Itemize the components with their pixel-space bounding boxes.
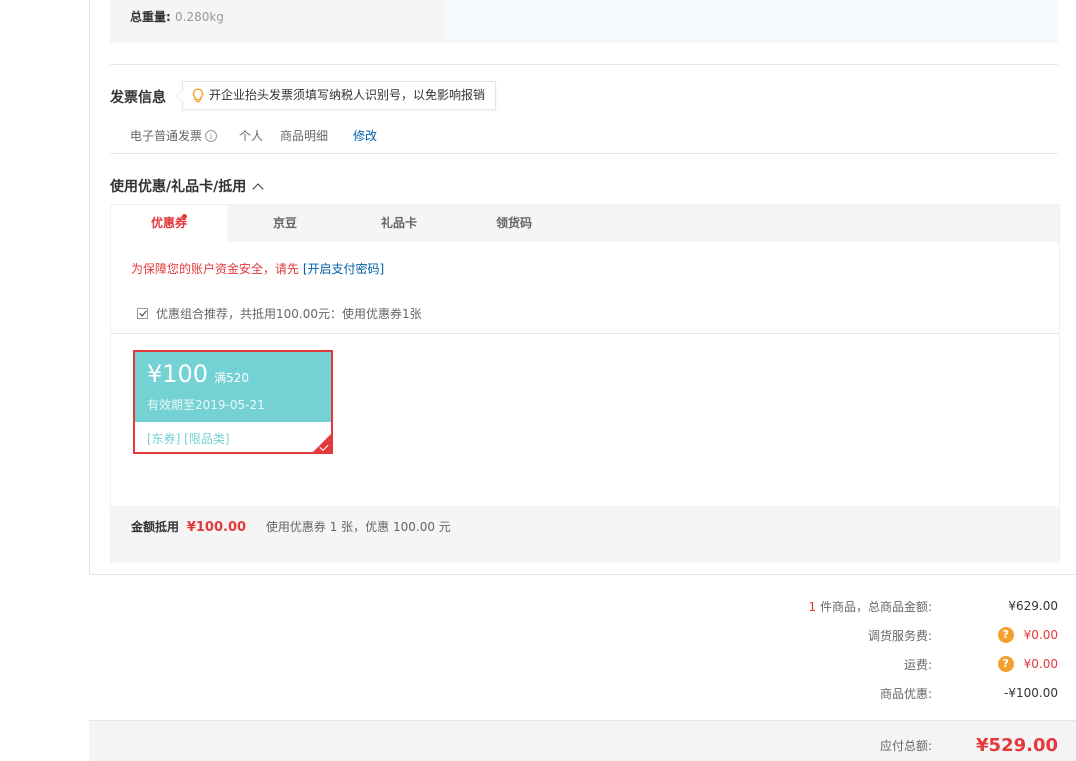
total-weight: 总重量: 0.280kg (130, 8, 224, 25)
coupon-tags: [东券] [限品类] (147, 432, 230, 446)
divider (89, 574, 1076, 575)
total-amount: ¥529.00 (976, 735, 1058, 756)
total-label: 应付总额: (879, 739, 932, 753)
coupon-condition: 满520 (214, 371, 249, 385)
weight-block-right-pane (442, 0, 1058, 43)
coupon-amount: ¥100 (147, 360, 209, 388)
invoice-tip-text: 开企业抬头发票须填写纳税人识别号，以免影响报销 (209, 88, 486, 102)
total-row: 应付总额: ¥529.00 (732, 735, 1058, 756)
summary-items-row: 1 件商品，总商品金额: ¥629.00 (732, 596, 1059, 616)
chevron-up-icon (252, 182, 264, 195)
summary-service-row: 调货服务费: ? ¥0.00 (732, 625, 1058, 645)
coupon-section-toggle[interactable]: 使用优惠/礼品卡/抵用 (110, 176, 264, 196)
info-icon[interactable]: i (205, 129, 218, 142)
divider (111, 333, 1059, 334)
tab-jingdou-label: 京豆 (272, 216, 297, 230)
deduction-label: 金额抵用 (131, 520, 180, 534)
tab-coupons[interactable]: 优惠券 (111, 205, 227, 242)
service-value-cell: ? ¥0.00 (932, 627, 1058, 643)
discount-label: 商品优惠: (879, 686, 932, 701)
items-count: 1 (808, 599, 817, 614)
shipping-value-cell: ? ¥0.00 (932, 656, 1058, 672)
total-weight-label: 总重量: (130, 10, 171, 24)
service-value: ¥0.00 (1023, 628, 1058, 642)
invoice-tip: 开企业抬头发票须填写纳税人识别号，以免影响报销 (176, 81, 497, 110)
discount-value: -¥100.00 (1004, 686, 1058, 700)
invoice-type: 电子普通发票 (130, 129, 203, 143)
tab-pickup-code[interactable]: 领货码 (456, 205, 572, 242)
tab-gift-card-label: 礼品卡 (380, 216, 417, 230)
items-label: 1 件商品，总商品金额: (732, 598, 933, 615)
coupon-section-title: 使用优惠/礼品卡/抵用 (110, 179, 247, 195)
items-label-text: 件商品，总商品金额: (816, 599, 932, 614)
divider (110, 64, 1058, 65)
coupon-tabs: 优惠券 京豆 礼品卡 领货码 (111, 205, 1059, 242)
service-label: 调货服务费: (867, 628, 932, 643)
deduction-desc: 使用优惠券 1 张，优惠 100.00 元 (265, 520, 451, 534)
summary-shipping-row: 运费: ? ¥0.00 (732, 654, 1058, 674)
divider (110, 153, 1058, 154)
total-weight-value: 0.280kg (175, 10, 224, 24)
coupon-panel: 优惠券 京豆 礼品卡 领货码 为保障您的账户资金安全，请先 [开启支付密码] 优… (110, 204, 1060, 563)
coupon-card-header: ¥100 满520 有效期至2019-05-21 (135, 352, 331, 422)
coupon-amount-line: ¥100 满520 (147, 360, 249, 388)
weight-block: 总重量: 0.280kg (110, 0, 1058, 43)
coupon-expiry: 有效期至2019-05-21 (147, 398, 265, 412)
security-warning: 为保障您的账户资金安全，请先 [开启支付密码] (131, 260, 384, 277)
tab-gift-card[interactable]: 礼品卡 (341, 205, 457, 242)
tab-jingdou[interactable]: 京豆 (227, 205, 343, 242)
tip-arrow-inner (177, 90, 184, 102)
notification-dot-icon (182, 214, 187, 219)
items-value: ¥629.00 (1008, 599, 1058, 613)
invoice-edit-link[interactable]: 修改 (353, 127, 377, 144)
enable-pay-password-link[interactable]: [开启支付密码] (303, 262, 384, 276)
invoice-detail: 商品明细 (280, 129, 329, 143)
summary-discount-row: 商品优惠: -¥100.00 (732, 683, 1058, 703)
coupon-panel-footer: 金额抵用 ¥100.00 使用优惠券 1 张，优惠 100.00 元 (111, 506, 1059, 563)
combo-checkbox[interactable] (137, 308, 148, 319)
tab-pickup-code-label: 领货码 (495, 216, 532, 230)
help-icon[interactable]: ? (997, 627, 1014, 643)
left-border (89, 0, 90, 574)
shipping-value: ¥0.00 (1023, 657, 1058, 671)
lightbulb-icon (192, 88, 204, 103)
coupon-card[interactable]: ¥100 满520 有效期至2019-05-21 [东券] [限品类] (133, 350, 333, 454)
shipping-label: 运费: (903, 657, 932, 672)
combo-text: 优惠组合推荐，共抵用100.00元：使用优惠券1张 (156, 307, 422, 321)
security-warning-text: 为保障您的账户资金安全，请先 (131, 262, 300, 276)
deduction-summary: 金额抵用 ¥100.00 使用优惠券 1 张，优惠 100.00 元 (131, 518, 451, 535)
combo-recommend: 优惠组合推荐，共抵用100.00元：使用优惠券1张 (137, 305, 422, 322)
invoice-title: 发票信息 (110, 90, 166, 106)
invoice-summary-row: 电子普通发票 i 个人 商品明细 修改 (130, 127, 377, 144)
invoice-owner: 个人 (239, 129, 264, 143)
deduction-amount: ¥100.00 (186, 520, 247, 535)
help-icon[interactable]: ? (997, 656, 1014, 672)
total-bar: 应付总额: ¥529.00 (89, 720, 1076, 761)
